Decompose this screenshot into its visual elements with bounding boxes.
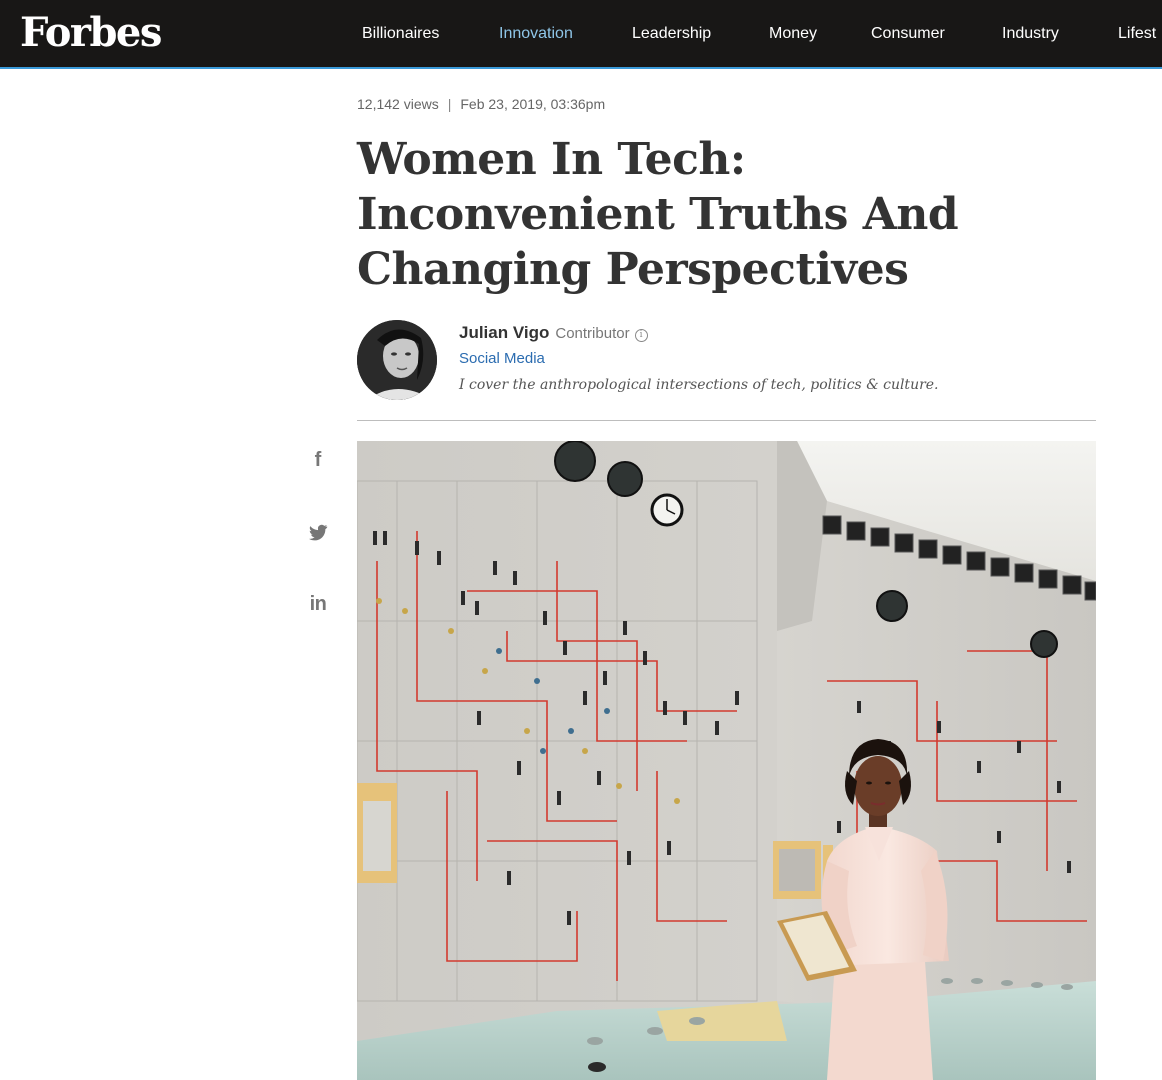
nav-item-lifestyle[interactable]: Lifest xyxy=(1118,24,1156,44)
author-photo xyxy=(357,320,437,400)
byline-divider xyxy=(357,420,1096,421)
facebook-share-icon[interactable]: f xyxy=(307,449,329,471)
author-bio: I cover the anthropological intersection… xyxy=(459,377,939,393)
view-count: 12,142 views xyxy=(357,96,439,112)
nav-item-innovation[interactable]: Innovation xyxy=(499,24,573,44)
linkedin-share-icon[interactable]: in xyxy=(307,593,329,615)
publish-date: Feb 23, 2019, 03:36pm xyxy=(460,96,606,112)
author-section-link[interactable]: Social Media xyxy=(459,350,545,368)
twitter-bird-icon xyxy=(308,524,328,541)
nav-item-billionaires[interactable]: Billionaires xyxy=(362,24,439,44)
hero-image xyxy=(357,441,1096,1080)
forbes-logo[interactable]: Forbes xyxy=(20,9,162,57)
top-navigation-bar: Forbes Billionaires Innovation Leadershi… xyxy=(0,0,1162,69)
nav-item-industry[interactable]: Industry xyxy=(1002,24,1059,44)
article-meta: 12,142 views | Feb 23, 2019, 03:36pm xyxy=(357,95,605,113)
article-headline: Women In Tech: Inconvenient Truths And C… xyxy=(357,134,959,295)
author-role: Contributor xyxy=(555,325,630,342)
author-byline: Julian Vigo Contributor i xyxy=(459,323,648,344)
author-name[interactable]: Julian Vigo xyxy=(459,323,549,342)
author-avatar[interactable] xyxy=(357,320,437,400)
meta-separator: | xyxy=(447,96,452,112)
control-room-photo xyxy=(357,441,1096,1080)
twitter-share-icon[interactable] xyxy=(307,521,329,543)
nav-item-money[interactable]: Money xyxy=(769,24,817,44)
info-icon[interactable]: i xyxy=(634,329,648,342)
nav-item-leadership[interactable]: Leadership xyxy=(632,24,711,44)
nav-item-consumer[interactable]: Consumer xyxy=(871,24,945,44)
